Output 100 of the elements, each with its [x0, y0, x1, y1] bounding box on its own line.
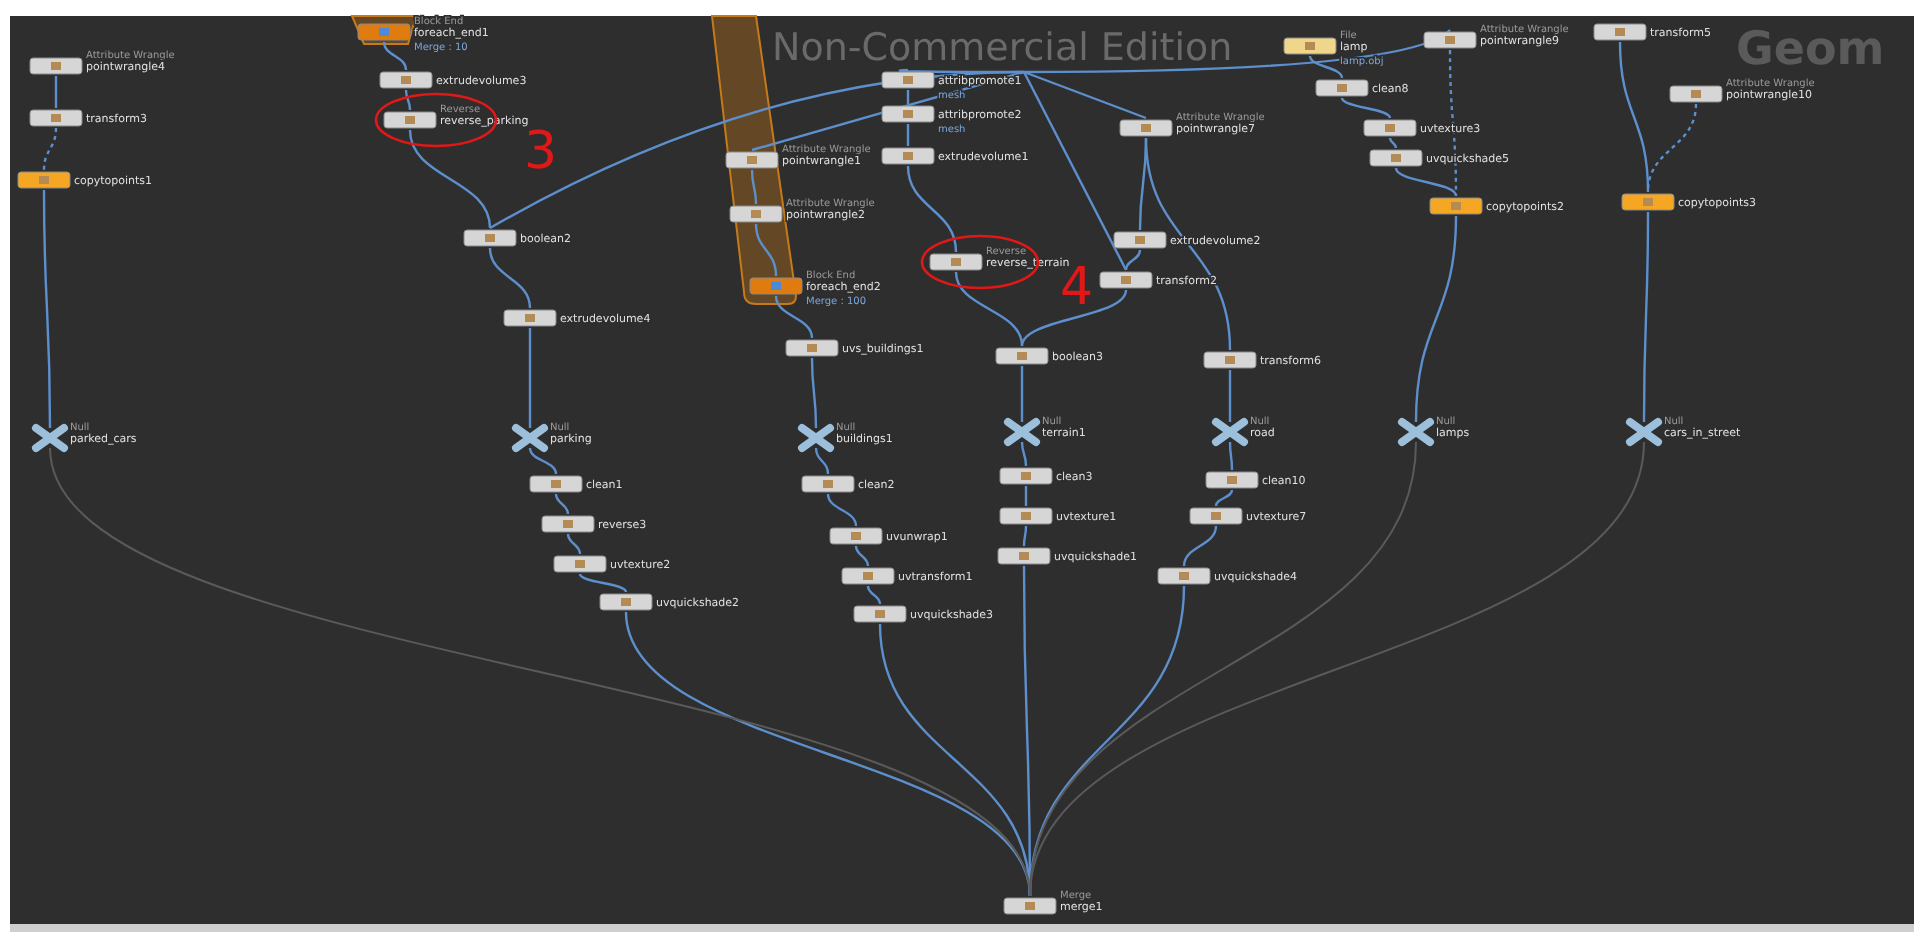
node-icon [379, 28, 389, 36]
node[interactable] [997, 547, 1051, 565]
node-icon [1225, 356, 1235, 364]
node[interactable] [1283, 37, 1337, 55]
node-icon [1337, 84, 1347, 92]
node[interactable] [999, 507, 1053, 525]
node-icon [1691, 90, 1701, 98]
node-icon [1227, 476, 1237, 484]
node[interactable] [379, 71, 433, 89]
node[interactable] [749, 277, 803, 295]
node-icon [875, 610, 885, 618]
node-icon [1121, 276, 1131, 284]
node[interactable] [853, 605, 907, 623]
node[interactable] [1429, 197, 1483, 215]
node-icon [1211, 512, 1221, 520]
node-icon [903, 152, 913, 160]
node[interactable] [1003, 897, 1057, 915]
node-icon [823, 480, 833, 488]
node[interactable] [29, 109, 83, 127]
wire [404, 89, 412, 111]
node-icon [771, 282, 781, 290]
node[interactable] [1621, 193, 1675, 211]
node[interactable] [1099, 271, 1153, 289]
node-icon [951, 258, 961, 266]
node-icon [51, 62, 61, 70]
node[interactable] [503, 309, 557, 327]
node-icon [1305, 42, 1315, 50]
node-icon [1021, 472, 1031, 480]
null-node[interactable] [1212, 418, 1248, 446]
node[interactable] [881, 147, 935, 165]
null-node[interactable] [1004, 418, 1040, 446]
node[interactable] [1113, 231, 1167, 249]
node-icon [1179, 572, 1189, 580]
node-icon [525, 314, 535, 322]
node[interactable] [999, 467, 1053, 485]
node[interactable] [1119, 119, 1173, 137]
null-node[interactable] [798, 424, 834, 452]
node[interactable] [1669, 85, 1723, 103]
node-icon [1615, 28, 1625, 36]
node[interactable] [725, 151, 779, 169]
node-icon [51, 114, 61, 122]
node[interactable] [785, 339, 839, 357]
node-icon [563, 520, 573, 528]
null-node[interactable] [32, 424, 68, 452]
wire [528, 328, 532, 428]
node[interactable] [1203, 351, 1257, 369]
node-icon [551, 480, 561, 488]
node[interactable] [801, 475, 855, 493]
node-icon [621, 598, 631, 606]
node-icon [1643, 198, 1653, 206]
node-icon [401, 76, 411, 84]
node[interactable] [1593, 23, 1647, 41]
node[interactable] [1369, 149, 1423, 167]
node-icon [903, 110, 913, 118]
node-icon [575, 560, 585, 568]
node[interactable] [841, 567, 895, 585]
node-icon [1391, 154, 1401, 162]
node-icon [1019, 552, 1029, 560]
node[interactable] [1423, 31, 1477, 49]
node-icon [485, 234, 495, 242]
edition-watermark: Non-Commercial Edition [772, 26, 1233, 70]
node[interactable] [995, 347, 1049, 365]
wire [382, 41, 408, 71]
wire [1388, 137, 1398, 149]
node-icon [903, 76, 913, 84]
wire [54, 76, 58, 108]
node[interactable] [463, 229, 517, 247]
null-node[interactable] [1398, 418, 1434, 446]
node-icon [807, 344, 817, 352]
node-icon [851, 532, 861, 540]
node[interactable] [881, 71, 935, 89]
node[interactable] [829, 527, 883, 545]
node[interactable] [1363, 119, 1417, 137]
node[interactable] [541, 515, 595, 533]
node[interactable] [1189, 507, 1243, 525]
node-icon [1025, 902, 1035, 910]
node[interactable] [1157, 567, 1211, 585]
node[interactable] [1205, 471, 1259, 489]
node[interactable] [1315, 79, 1369, 97]
node[interactable] [599, 593, 653, 611]
wire [1340, 97, 1392, 119]
node-icon [1141, 124, 1151, 132]
wire [488, 247, 532, 309]
node[interactable] [357, 23, 411, 41]
wire [810, 358, 818, 428]
node[interactable] [383, 111, 437, 129]
node-icon [1451, 202, 1461, 210]
node-icon [1021, 512, 1031, 520]
node[interactable] [529, 475, 583, 493]
node[interactable] [929, 253, 983, 271]
node[interactable] [553, 555, 607, 573]
node[interactable] [17, 171, 71, 189]
null-node[interactable] [1626, 418, 1662, 446]
wire [1228, 370, 1232, 422]
node-icon [747, 156, 757, 164]
node[interactable] [29, 57, 83, 75]
null-node[interactable] [512, 424, 548, 452]
node-icon [1135, 236, 1145, 244]
node[interactable] [881, 105, 935, 123]
node[interactable] [729, 205, 783, 223]
